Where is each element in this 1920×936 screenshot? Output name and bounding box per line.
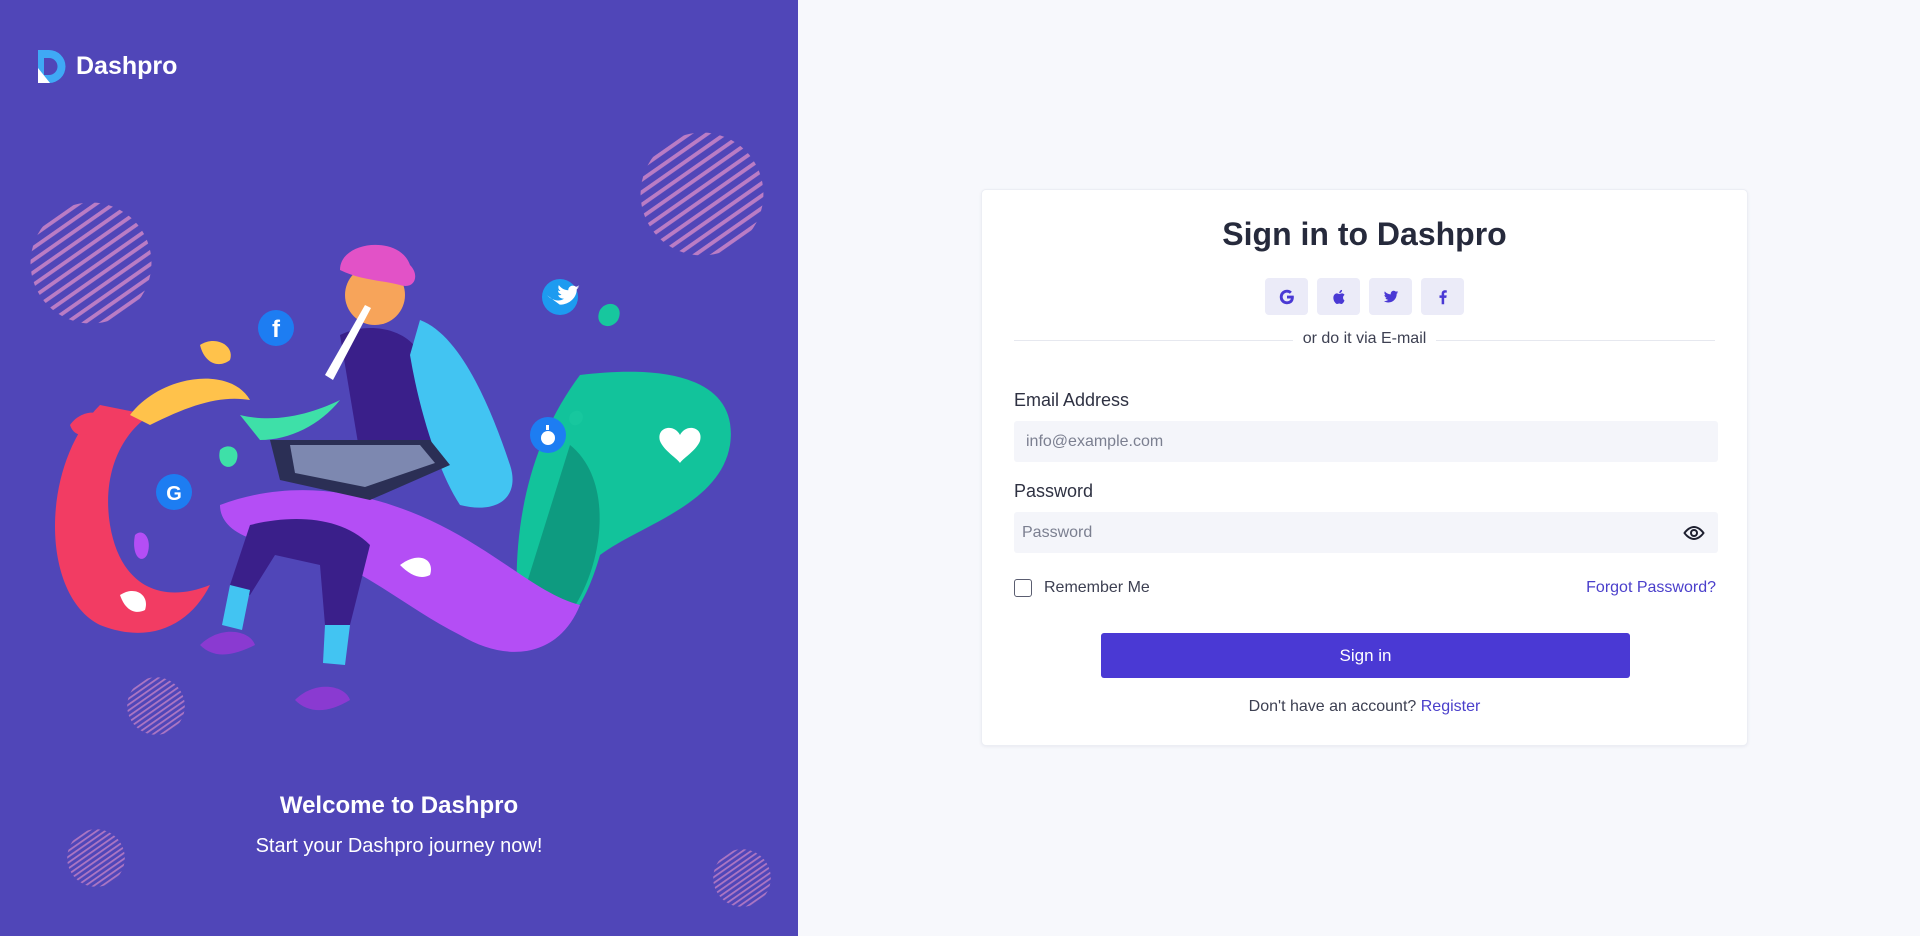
twitter-login-button[interactable] (1369, 278, 1412, 315)
twitter-icon (1383, 290, 1398, 302)
register-link[interactable]: Register (1421, 698, 1481, 715)
svg-text:G: G (166, 483, 182, 505)
eye-icon[interactable] (1682, 523, 1706, 543)
divider-text: or do it via E-mail (982, 330, 1747, 348)
password-label: Password (1014, 481, 1094, 501)
social-login-group (982, 278, 1747, 315)
brand-logo-icon (38, 50, 66, 83)
hero-illustration: f G (55, 244, 731, 711)
welcome-title: Welcome to Dashpro (279, 792, 519, 819)
remember-me-label[interactable]: Remember Me (1044, 579, 1150, 597)
remember-me-checkbox[interactable] (1014, 579, 1032, 597)
apple-bubble-icon (530, 417, 566, 453)
brand-name: Dashpro (76, 52, 178, 80)
signin-title: Sign in to Dashpro (1222, 216, 1507, 252)
email-field[interactable] (1014, 421, 1718, 462)
signin-card: Sign in to Dashpro or do it via E-mail E… (981, 189, 1748, 746)
twitter-bubble-icon (542, 279, 580, 315)
password-field-wrap (1014, 512, 1718, 553)
forgot-password-link[interactable]: Forgot Password? (1586, 579, 1716, 597)
hero-panel: Dashpro f G Welcome to Dashpro Start you… (0, 0, 798, 936)
google-login-button[interactable] (1265, 278, 1308, 315)
divider-label: or do it via E-mail (1292, 330, 1437, 347)
facebook-icon (1438, 289, 1447, 304)
facebook-login-button[interactable] (1421, 278, 1464, 315)
register-prompt-text: Don't have an account? (1248, 698, 1417, 715)
remember-me: Remember Me (1014, 579, 1150, 597)
register-prompt: Don't have an account? Register (982, 698, 1747, 716)
password-field[interactable] (1014, 512, 1718, 553)
svg-text:f: f (272, 316, 281, 343)
apple-icon (1332, 289, 1345, 304)
google-bubble-icon: G (156, 474, 192, 510)
brand[interactable]: Dashpro (36, 48, 177, 85)
apple-login-button[interactable] (1317, 278, 1360, 315)
email-field-wrap (1014, 421, 1718, 462)
google-icon (1279, 289, 1294, 304)
email-label: Email Address (1014, 390, 1130, 410)
facebook-bubble-icon: f (258, 310, 294, 346)
sign-in-button[interactable]: Sign in (1101, 633, 1630, 678)
welcome-subtitle: Start your Dashpro journey now! (255, 835, 543, 857)
